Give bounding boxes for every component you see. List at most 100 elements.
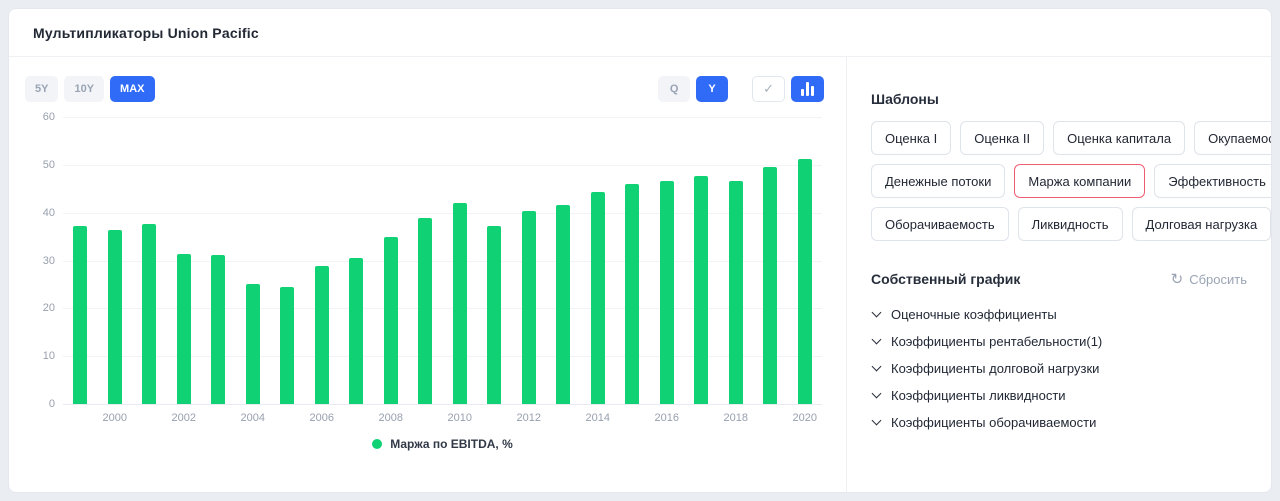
bar-2003: [211, 255, 226, 404]
chart-plot-area: 0 10 20 30 40 50 60 2000 2002 2004 2006 2008 2010 201…: [43, 111, 822, 424]
range-10y-button[interactable]: 10Y: [64, 76, 105, 102]
bar-2002: [176, 254, 191, 404]
template-button-denezhnye-potoki[interactable]: Денежные потоки: [871, 164, 1006, 198]
template-buttons: Оценка I Оценка II Оценка капитала Окупа…: [871, 121, 1271, 241]
bar-2011: [487, 226, 502, 404]
template-button-marzha-kompanii[interactable]: Маржа компании: [1014, 164, 1146, 198]
template-row: Оборачиваемость Ликвидность Долговая наг…: [871, 207, 1271, 241]
coefficient-groups-list: Оценочные коэффициенты Коэффициенты рент…: [871, 301, 1247, 436]
coef-group-profitability[interactable]: Коэффициенты рентабельности(1): [871, 328, 1247, 355]
coef-group-label: Коэффициенты рентабельности(1): [891, 334, 1103, 349]
x-axis-tick-label: 2000: [102, 412, 127, 424]
template-row: Денежные потоки Маржа компании Эффективн…: [871, 164, 1271, 198]
y-axis-tick-label: 40: [42, 206, 55, 219]
coef-group-debt[interactable]: Коэффициенты долговой нагрузки: [871, 355, 1247, 382]
gridline: [63, 117, 822, 118]
gridline: [63, 212, 822, 214]
reset-icon: ↻: [1170, 270, 1184, 288]
bar-2020: [797, 159, 812, 404]
bar-2005: [280, 287, 295, 404]
template-row: Оценка I Оценка II Оценка капитала Окупа…: [871, 121, 1271, 155]
range-max-button[interactable]: MAX: [110, 76, 155, 102]
chart-type-button[interactable]: [791, 76, 824, 102]
x-axis-tick-label: 2016: [654, 412, 679, 424]
chart-controls: Q Y ✓: [658, 76, 824, 102]
card-content: 5Y 10Y MAX Q Y ✓ 0 10 20 30 40 50 60 2000 2002 20…: [9, 57, 1271, 492]
legend-dot: [372, 439, 383, 449]
x-axis-tick-label: 2010: [447, 412, 472, 424]
y-axis-tick-label: 60: [42, 111, 55, 123]
range-5y-button[interactable]: 5Y: [25, 76, 59, 102]
template-button-ocenka-kapitala[interactable]: Оценка капитала: [1053, 121, 1186, 155]
check-icon: ✓: [763, 81, 774, 96]
y-axis-tick-label: 50: [42, 158, 55, 171]
coef-group-valuation[interactable]: Оценочные коэффициенты: [871, 301, 1247, 328]
y-axis-tick-label: 10: [42, 350, 55, 363]
coef-group-label: Оценочные коэффициенты: [891, 307, 1057, 322]
custom-chart-title: Собственный график: [871, 271, 1021, 287]
bar-2006: [314, 266, 329, 404]
side-panel: Шаблоны Оценка I Оценка II Оценка капита…: [847, 57, 1271, 492]
template-button-ocenka-2[interactable]: Оценка II: [960, 121, 1045, 155]
gridline: [63, 404, 822, 405]
template-button-dolgovaya-nagruzka[interactable]: Долговая нагрузка: [1131, 207, 1271, 241]
template-button-effektivnost[interactable]: Эффективность: [1154, 164, 1271, 198]
confirm-button[interactable]: ✓: [752, 76, 785, 102]
template-button-okupaemost[interactable]: Окупаемость: [1194, 121, 1271, 155]
period-quarter-button[interactable]: Q: [658, 76, 691, 102]
x-axis-tick-label: 2020: [792, 412, 817, 424]
coef-group-label: Коэффициенты оборачиваемости: [891, 415, 1097, 430]
reset-label: Сбросить: [1189, 271, 1247, 287]
bar-2014: [590, 192, 605, 404]
coef-group-label: Коэффициенты ликвидности: [891, 388, 1066, 403]
bar-2018: [728, 181, 743, 404]
chevron-down-icon: [871, 388, 881, 401]
templates-title: Шаблоны: [871, 91, 939, 107]
bar-2015: [625, 184, 640, 404]
page-title: Мультипликаторы Union Pacific: [33, 24, 259, 41]
ebitda-margin-chart[interactable]: 0 10 20 30 40 50 60 2000 2002 2004 2006 2008 2010 201…: [25, 111, 824, 467]
bar-2019: [763, 167, 778, 404]
chart-panel: 5Y 10Y MAX Q Y ✓ 0 10 20 30 40 50 60 2000 2002 20…: [9, 57, 847, 492]
x-axis-tick-label: 2008: [378, 412, 403, 424]
bar-2008: [383, 237, 398, 404]
y-axis-tick-label: 30: [42, 254, 55, 267]
bar-2016: [659, 181, 674, 404]
x-axis-tick-label: 2006: [309, 412, 334, 424]
coef-group-label: Коэффициенты долговой нагрузки: [891, 361, 1100, 376]
bar-2009: [418, 218, 433, 404]
multipliers-card: Мультипликаторы Union Pacific 5Y 10Y MAX…: [8, 8, 1272, 493]
bar-2007: [349, 258, 364, 404]
x-axis-tick-label: 2014: [585, 412, 610, 424]
bar-2010: [452, 203, 467, 404]
bar-2004: [245, 284, 260, 404]
custom-chart-header: Собственный график ↻ Сбросить: [871, 271, 1247, 287]
chart-toolbar: 5Y 10Y MAX Q Y ✓: [25, 75, 824, 103]
coef-group-turnover[interactable]: Коэффициенты оборачиваемости: [871, 409, 1247, 436]
bar-2012: [521, 211, 536, 404]
period-year-button[interactable]: Y: [696, 76, 729, 102]
x-axis-tick-label: 2012: [516, 412, 541, 424]
range-selector: 5Y 10Y MAX: [25, 76, 155, 102]
bar-1999: [73, 226, 88, 404]
chevron-down-icon: [871, 415, 881, 428]
template-button-likvidnost[interactable]: Ликвидность: [1017, 207, 1123, 241]
reset-button[interactable]: ↻ Сбросить: [1171, 272, 1247, 287]
bar-chart-icon: [801, 82, 814, 96]
template-button-oborachivaemost[interactable]: Оборачиваемость: [871, 207, 1009, 241]
bar-2000: [107, 230, 122, 404]
card-header: Мультипликаторы Union Pacific: [9, 9, 1271, 57]
chevron-down-icon: [871, 334, 881, 347]
chevron-down-icon: [871, 361, 881, 374]
chart-legend: Маржа по EBITDA, %: [63, 437, 822, 451]
coef-group-liquidity[interactable]: Коэффициенты ликвидности: [871, 382, 1247, 409]
x-axis-tick-label: 2018: [723, 412, 748, 424]
x-axis-tick-label: 2002: [171, 412, 196, 424]
legend-label: Маржа по EBITDA, %: [390, 437, 513, 451]
bar-2013: [556, 205, 571, 404]
y-axis-tick-label: 0: [48, 398, 55, 410]
bar-2001: [142, 224, 157, 404]
y-axis-tick-label: 20: [42, 302, 55, 315]
template-button-ocenka-1[interactable]: Оценка I: [871, 121, 952, 155]
bar-2017: [694, 176, 709, 404]
